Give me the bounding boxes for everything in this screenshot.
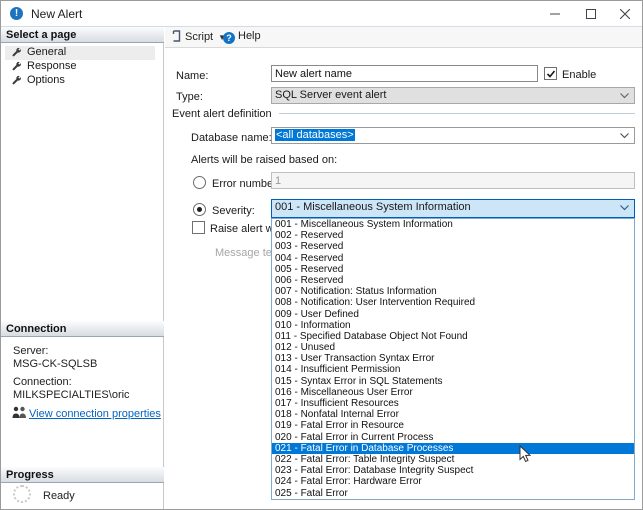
severity-option[interactable]: 021 - Fatal Error in Database Processes: [272, 442, 634, 454]
type-select[interactable]: SQL Server event alert: [271, 87, 635, 104]
severity-radio[interactable]: [193, 203, 206, 216]
enable-checkbox[interactable]: [544, 67, 557, 80]
maximize-button[interactable]: [576, 5, 606, 23]
progress-status: Ready: [43, 490, 75, 502]
sidebar-item-options[interactable]: Options: [5, 74, 155, 88]
close-icon: [620, 9, 630, 19]
name-label: Name:: [176, 70, 209, 82]
severity-option[interactable]: 011 - Specified Database Object Not Foun…: [272, 331, 634, 342]
connection-label: Connection:: [13, 376, 72, 388]
connection-header: Connection: [1, 321, 164, 337]
severity-option[interactable]: 022 - Fatal Error: Table Integrity Suspe…: [272, 454, 634, 465]
wrench-icon: [12, 61, 21, 71]
severity-option[interactable]: 004 - Reserved: [272, 253, 634, 264]
mouse-cursor-icon: [519, 445, 531, 463]
selected-text: <all databases>: [275, 129, 355, 141]
severity-option[interactable]: 005 - Reserved: [272, 264, 634, 275]
sidebar-item-label: General: [27, 46, 67, 58]
script-button[interactable]: Script▼: [171, 30, 226, 46]
severity-option[interactable]: 016 - Miscellaneous User Error: [272, 387, 634, 398]
severity-option[interactable]: 015 - Syntax Error in SQL Statements: [272, 376, 634, 387]
title-bar: ! New Alert: [1, 1, 642, 27]
raised-based-label: Alerts will be raised based on:: [191, 154, 338, 166]
chevron-down-icon: [620, 205, 629, 211]
minimize-icon: [550, 13, 560, 15]
database-name-select[interactable]: <all databases>: [271, 127, 635, 144]
wrench-icon: [12, 75, 21, 85]
severity-option[interactable]: 014 - Insufficient Permission: [272, 364, 634, 375]
severity-option[interactable]: 001 - Miscellaneous System Information: [272, 219, 634, 230]
chevron-down-icon: [620, 93, 629, 99]
severity-select[interactable]: 001 - Miscellaneous System Information: [271, 199, 635, 218]
severity-option[interactable]: 020 - Fatal Error in Current Process: [272, 432, 634, 443]
severity-option[interactable]: 006 - Reserved: [272, 275, 634, 286]
severity-option[interactable]: 010 - Information: [272, 320, 634, 331]
severity-option[interactable]: 007 - Notification: Status Information: [272, 286, 634, 297]
sidebar-item-label: Response: [27, 60, 77, 72]
connection-value: MILKSPECIALTIES\oric: [13, 389, 130, 401]
group-divider: [279, 113, 635, 114]
type-label: Type:: [176, 91, 203, 103]
select-page-header: Select a page: [1, 27, 164, 43]
severity-option[interactable]: 008 - Notification: User Intervention Re…: [272, 297, 634, 308]
error-number-input[interactable]: [271, 172, 635, 189]
severity-option[interactable]: 009 - User Defined: [272, 309, 634, 320]
help-icon: ?: [223, 32, 235, 44]
name-input[interactable]: [271, 65, 538, 82]
severity-option[interactable]: 003 - Reserved: [272, 241, 634, 252]
window-title: New Alert: [31, 7, 83, 21]
severity-label: Severity:: [212, 205, 255, 217]
severity-option[interactable]: 024 - Fatal Error: Hardware Error: [272, 476, 634, 487]
script-icon: [172, 30, 181, 42]
raise-alert-checkbox[interactable]: [192, 221, 205, 234]
alert-icon: !: [10, 7, 23, 20]
progress-header: Progress: [1, 467, 164, 483]
minimize-button[interactable]: [540, 5, 570, 23]
severity-dropdown-list[interactable]: 001 - Miscellaneous System Information 00…: [271, 218, 635, 500]
error-number-radio[interactable]: [193, 176, 206, 189]
severity-option[interactable]: 013 - User Transaction Syntax Error: [272, 353, 634, 364]
view-connection-properties-link[interactable]: View connection properties: [29, 408, 161, 420]
sidebar-item-label: Options: [27, 74, 65, 86]
severity-option[interactable]: 017 - Insufficient Resources: [272, 398, 634, 409]
severity-option[interactable]: 019 - Fatal Error in Resource: [272, 420, 634, 431]
help-button[interactable]: ? Help: [223, 30, 261, 46]
severity-option[interactable]: 002 - Reserved: [272, 230, 634, 241]
severity-option[interactable]: 025 - Fatal Error: [272, 488, 634, 499]
severity-option[interactable]: 018 - Nonfatal Internal Error: [272, 409, 634, 420]
wrench-icon: [12, 47, 21, 57]
database-name-label: Database name:: [191, 132, 272, 144]
enable-label: Enable: [562, 69, 597, 81]
close-button[interactable]: [610, 5, 640, 23]
server-label: Server:: [13, 345, 49, 357]
people-icon: [12, 406, 26, 418]
sidebar-item-response[interactable]: Response: [5, 60, 155, 74]
server-value: MSG-CK-SQLSB: [13, 358, 98, 370]
error-number-label: Error number:: [212, 178, 280, 190]
spinner-icon: [13, 485, 31, 503]
sidebar: Select a page General Response Options C…: [1, 27, 164, 509]
check-icon: [546, 70, 556, 78]
severity-option[interactable]: 023 - Fatal Error: Database Integrity Su…: [272, 465, 634, 476]
event-alert-definition-label: Event alert definition: [172, 108, 272, 120]
toolbar: Script▼ ?Help: [165, 27, 642, 48]
sidebar-item-general[interactable]: General: [5, 46, 155, 60]
maximize-icon: [586, 9, 596, 19]
new-alert-dialog: ! New Alert Select a page General Respon…: [0, 0, 643, 510]
severity-option[interactable]: 012 - Unused: [272, 342, 634, 353]
chevron-down-icon: [620, 133, 629, 139]
